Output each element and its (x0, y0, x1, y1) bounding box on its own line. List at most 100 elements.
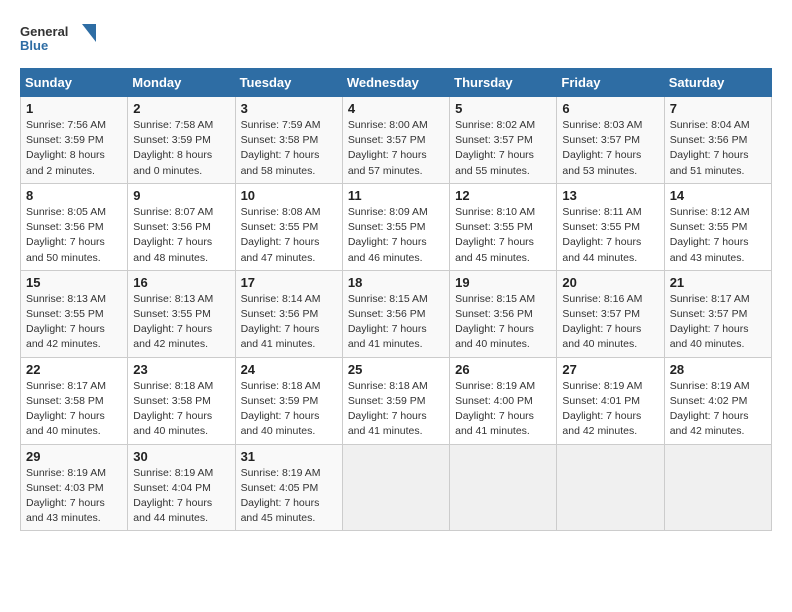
day-number: 31 (241, 449, 337, 464)
calendar-cell: 3 Sunrise: 7:59 AMSunset: 3:58 PMDaylight… (235, 97, 342, 184)
day-info: Sunrise: 8:17 AMSunset: 3:58 PMDaylight:… (26, 379, 122, 440)
calendar-cell: 2 Sunrise: 7:58 AMSunset: 3:59 PMDaylight… (128, 97, 235, 184)
calendar-cell: 13Sunrise: 8:11 AMSunset: 3:55 PMDayligh… (557, 183, 664, 270)
calendar-cell: 20 Sunrise: 8:16 AMSunset: 3:57 PMDayligh… (557, 270, 664, 357)
calendar-cell (664, 444, 771, 531)
day-info: Sunrise: 8:14 AMSunset: 3:56 PMDaylight:… (241, 292, 337, 353)
day-number: 3 (241, 101, 337, 116)
day-number: 22 (26, 362, 122, 377)
day-info: Sunrise: 8:19 AMSunset: 4:04 PMDaylight:… (133, 466, 229, 527)
day-info: Sunrise: 8:13 AMSunset: 3:55 PMDaylight:… (26, 292, 122, 353)
weekday-header-row: SundayMondayTuesdayWednesdayThursdayFrid… (21, 69, 772, 97)
day-number: 8 (26, 188, 122, 203)
calendar-week-row: 29 Sunrise: 8:19 AMSunset: 4:03 PMDayligh… (21, 444, 772, 531)
day-number: 29 (26, 449, 122, 464)
calendar-cell: 23 Sunrise: 8:18 AMSunset: 3:58 PMDayligh… (128, 357, 235, 444)
calendar-table: SundayMondayTuesdayWednesdayThursdayFrid… (20, 68, 772, 531)
calendar-cell: 19 Sunrise: 8:15 AMSunset: 3:56 PMDayligh… (450, 270, 557, 357)
day-number: 27 (562, 362, 658, 377)
day-info: Sunrise: 8:19 AMSunset: 4:05 PMDaylight:… (241, 466, 337, 527)
day-info: Sunrise: 7:58 AMSunset: 3:59 PMDaylight:… (133, 118, 229, 179)
day-number: 20 (562, 275, 658, 290)
calendar-cell: 9Sunrise: 8:07 AMSunset: 3:56 PMDaylight… (128, 183, 235, 270)
calendar-cell: 28 Sunrise: 8:19 AMSunset: 4:02 PMDayligh… (664, 357, 771, 444)
day-number: 19 (455, 275, 551, 290)
day-info: Sunrise: 8:04 AMSunset: 3:56 PMDaylight:… (670, 118, 766, 179)
calendar-cell (342, 444, 449, 531)
calendar-week-row: 8Sunrise: 8:05 AMSunset: 3:56 PMDaylight… (21, 183, 772, 270)
day-info: Sunrise: 8:18 AMSunset: 3:59 PMDaylight:… (348, 379, 444, 440)
calendar-cell: 17 Sunrise: 8:14 AMSunset: 3:56 PMDayligh… (235, 270, 342, 357)
calendar-cell: 31 Sunrise: 8:19 AMSunset: 4:05 PMDayligh… (235, 444, 342, 531)
day-number: 16 (133, 275, 229, 290)
day-number: 24 (241, 362, 337, 377)
day-info: Sunrise: 8:18 AMSunset: 3:58 PMDaylight:… (133, 379, 229, 440)
day-info: Sunrise: 7:59 AMSunset: 3:58 PMDaylight:… (241, 118, 337, 179)
calendar-body: 1 Sunrise: 7:56 AMSunset: 3:59 PMDaylight… (21, 97, 772, 531)
day-info: Sunrise: 7:56 AMSunset: 3:59 PMDaylight:… (26, 118, 122, 179)
calendar-cell: 15 Sunrise: 8:13 AMSunset: 3:55 PMDayligh… (21, 270, 128, 357)
calendar-cell: 21 Sunrise: 8:17 AMSunset: 3:57 PMDayligh… (664, 270, 771, 357)
calendar-cell: 4Sunrise: 8:00 AMSunset: 3:57 PMDaylight… (342, 97, 449, 184)
calendar-cell: 16Sunrise: 8:13 AMSunset: 3:55 PMDayligh… (128, 270, 235, 357)
calendar-week-row: 22 Sunrise: 8:17 AMSunset: 3:58 PMDayligh… (21, 357, 772, 444)
day-info: Sunrise: 8:15 AMSunset: 3:56 PMDaylight:… (348, 292, 444, 353)
calendar-cell: 5 Sunrise: 8:02 AMSunset: 3:57 PMDaylight… (450, 97, 557, 184)
weekday-header-tuesday: Tuesday (235, 69, 342, 97)
day-number: 6 (562, 101, 658, 116)
calendar-cell: 30 Sunrise: 8:19 AMSunset: 4:04 PMDayligh… (128, 444, 235, 531)
day-number: 10 (241, 188, 337, 203)
logo-svg: General Blue (20, 20, 100, 60)
day-number: 21 (670, 275, 766, 290)
calendar-cell (557, 444, 664, 531)
calendar-cell: 18 Sunrise: 8:15 AMSunset: 3:56 PMDayligh… (342, 270, 449, 357)
day-number: 14 (670, 188, 766, 203)
day-number: 2 (133, 101, 229, 116)
calendar-cell: 27Sunrise: 8:19 AMSunset: 4:01 PMDayligh… (557, 357, 664, 444)
day-number: 4 (348, 101, 444, 116)
day-number: 25 (348, 362, 444, 377)
weekday-header-saturday: Saturday (664, 69, 771, 97)
day-number: 30 (133, 449, 229, 464)
calendar-week-row: 1 Sunrise: 7:56 AMSunset: 3:59 PMDaylight… (21, 97, 772, 184)
calendar-cell: 6Sunrise: 8:03 AMSunset: 3:57 PMDaylight… (557, 97, 664, 184)
day-info: Sunrise: 8:08 AMSunset: 3:55 PMDaylight:… (241, 205, 337, 266)
weekday-header-friday: Friday (557, 69, 664, 97)
day-number: 17 (241, 275, 337, 290)
weekday-header-wednesday: Wednesday (342, 69, 449, 97)
calendar-cell: 22 Sunrise: 8:17 AMSunset: 3:58 PMDayligh… (21, 357, 128, 444)
weekday-header-sunday: Sunday (21, 69, 128, 97)
day-info: Sunrise: 8:17 AMSunset: 3:57 PMDaylight:… (670, 292, 766, 353)
calendar-cell: 29 Sunrise: 8:19 AMSunset: 4:03 PMDayligh… (21, 444, 128, 531)
day-info: Sunrise: 8:16 AMSunset: 3:57 PMDaylight:… (562, 292, 658, 353)
day-number: 28 (670, 362, 766, 377)
day-number: 11 (348, 188, 444, 203)
day-number: 23 (133, 362, 229, 377)
day-info: Sunrise: 8:07 AMSunset: 3:56 PMDaylight:… (133, 205, 229, 266)
day-number: 18 (348, 275, 444, 290)
logo: General Blue (20, 20, 100, 60)
weekday-header-thursday: Thursday (450, 69, 557, 97)
svg-text:General: General (20, 24, 68, 39)
calendar-cell: 8Sunrise: 8:05 AMSunset: 3:56 PMDaylight… (21, 183, 128, 270)
calendar-header: SundayMondayTuesdayWednesdayThursdayFrid… (21, 69, 772, 97)
day-info: Sunrise: 8:19 AMSunset: 4:02 PMDaylight:… (670, 379, 766, 440)
day-number: 12 (455, 188, 551, 203)
day-info: Sunrise: 8:19 AMSunset: 4:03 PMDaylight:… (26, 466, 122, 527)
calendar-cell: 26Sunrise: 8:19 AMSunset: 4:00 PMDayligh… (450, 357, 557, 444)
day-number: 5 (455, 101, 551, 116)
calendar-cell: 25 Sunrise: 8:18 AMSunset: 3:59 PMDayligh… (342, 357, 449, 444)
page-header: General Blue (20, 20, 772, 60)
calendar-cell: 12Sunrise: 8:10 AMSunset: 3:55 PMDayligh… (450, 183, 557, 270)
day-info: Sunrise: 8:12 AMSunset: 3:55 PMDaylight:… (670, 205, 766, 266)
calendar-cell (450, 444, 557, 531)
calendar-cell: 7Sunrise: 8:04 AMSunset: 3:56 PMDaylight… (664, 97, 771, 184)
day-number: 13 (562, 188, 658, 203)
calendar-week-row: 15 Sunrise: 8:13 AMSunset: 3:55 PMDayligh… (21, 270, 772, 357)
calendar-cell: 10 Sunrise: 8:08 AMSunset: 3:55 PMDayligh… (235, 183, 342, 270)
day-info: Sunrise: 8:15 AMSunset: 3:56 PMDaylight:… (455, 292, 551, 353)
day-info: Sunrise: 8:02 AMSunset: 3:57 PMDaylight:… (455, 118, 551, 179)
day-number: 15 (26, 275, 122, 290)
day-number: 1 (26, 101, 122, 116)
calendar-cell: 24Sunrise: 8:18 AMSunset: 3:59 PMDayligh… (235, 357, 342, 444)
